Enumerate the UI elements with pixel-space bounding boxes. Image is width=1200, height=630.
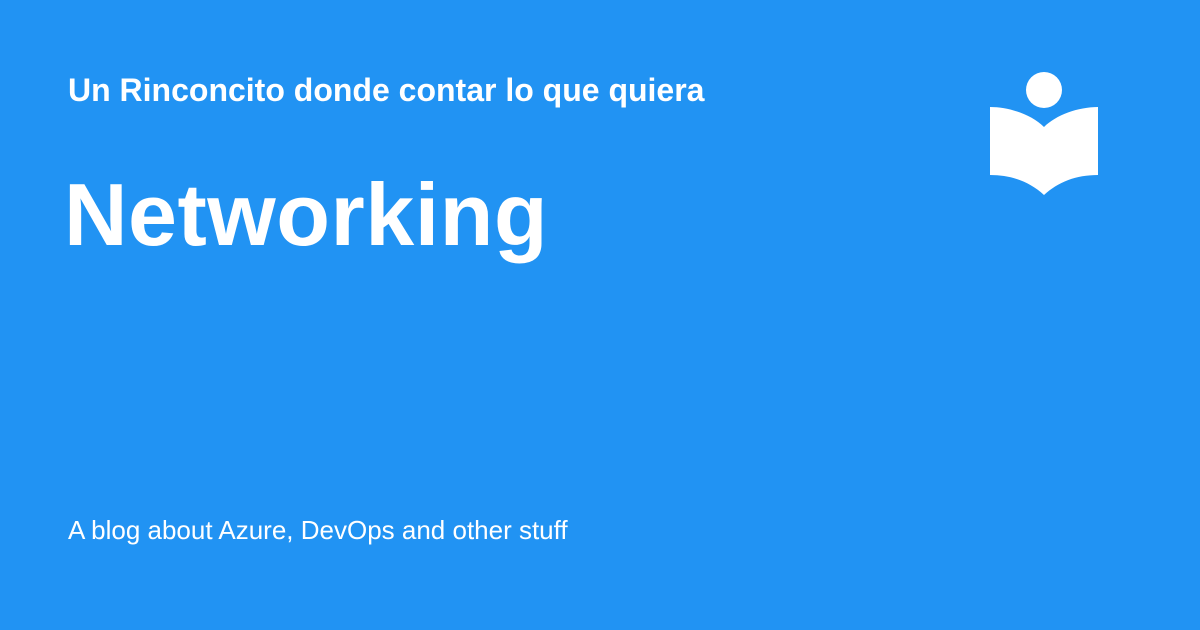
book-reader-icon xyxy=(990,72,1098,195)
page-title: Networking xyxy=(64,165,549,264)
social-card: Un Rinconcito donde contar lo que quiera… xyxy=(0,0,1200,630)
site-name: Un Rinconcito donde contar lo que quiera xyxy=(68,72,705,108)
blog-tagline: A blog about Azure, DevOps and other stu… xyxy=(68,515,568,545)
